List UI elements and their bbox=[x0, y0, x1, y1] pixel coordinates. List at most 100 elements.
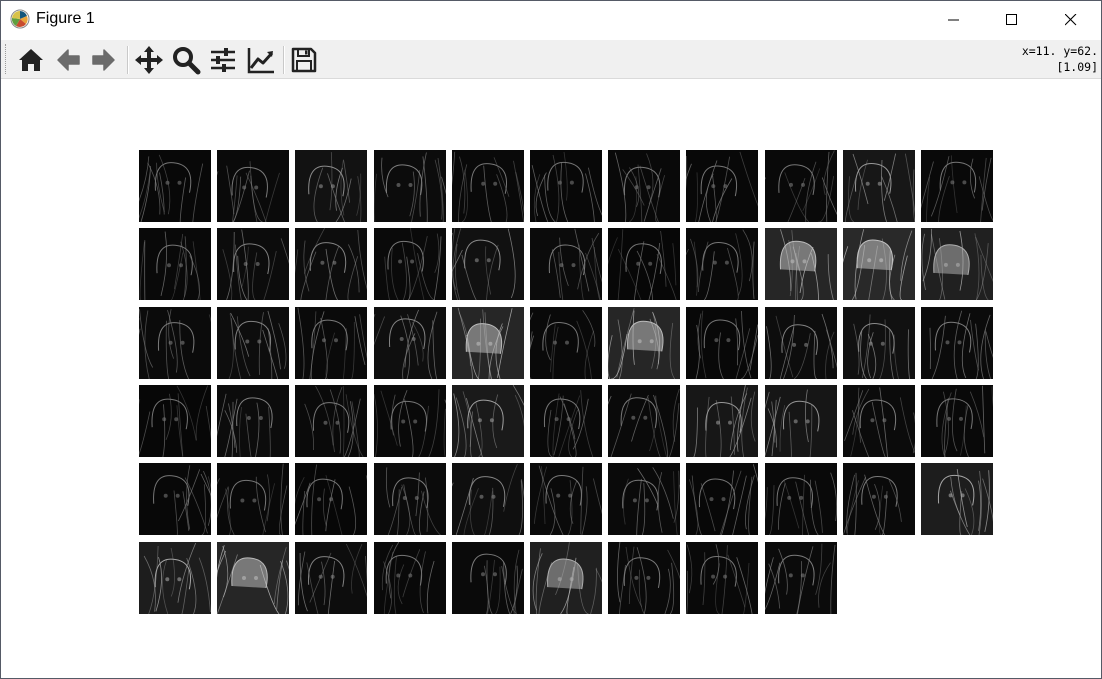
home-icon bbox=[19, 49, 43, 71]
feature-stroke bbox=[750, 391, 756, 442]
feature-stroke bbox=[817, 176, 834, 222]
feature-stroke bbox=[311, 464, 317, 535]
feature-stroke bbox=[401, 419, 406, 424]
feature-stroke bbox=[323, 420, 328, 425]
feature-stroke bbox=[721, 497, 726, 502]
feature-stroke bbox=[741, 310, 752, 379]
feature-stroke bbox=[962, 180, 967, 185]
feature-stroke bbox=[325, 245, 340, 300]
back-button[interactable] bbox=[51, 44, 85, 76]
arrow-left-icon bbox=[57, 49, 80, 71]
feature-stroke bbox=[826, 151, 830, 222]
feature-stroke bbox=[748, 476, 753, 535]
pan-button[interactable] bbox=[132, 44, 166, 76]
feature-stroke bbox=[254, 576, 258, 580]
save-button[interactable] bbox=[287, 44, 321, 76]
feature-stroke bbox=[325, 248, 338, 300]
feature-stroke bbox=[711, 184, 716, 189]
feature-stroke bbox=[560, 162, 569, 222]
feature-map-tile bbox=[686, 542, 758, 614]
feature-stroke bbox=[623, 557, 661, 588]
feature-map-tile bbox=[139, 307, 211, 379]
feature-stroke bbox=[765, 562, 781, 611]
feature-map-tile bbox=[217, 542, 289, 614]
feature-stroke bbox=[245, 172, 267, 222]
feature-map-tile bbox=[217, 228, 289, 300]
feature-stroke bbox=[881, 159, 887, 222]
feature-stroke bbox=[165, 393, 172, 441]
feature-stroke bbox=[557, 577, 562, 582]
title-bar[interactable]: Figure 1 bbox=[1, 1, 1101, 39]
feature-stroke bbox=[343, 159, 350, 203]
feature-map-tile bbox=[608, 542, 680, 614]
feature-stroke bbox=[646, 575, 651, 580]
feature-stroke bbox=[467, 399, 504, 431]
feature-stroke bbox=[165, 320, 169, 379]
feature-stroke bbox=[428, 389, 440, 457]
feature-stroke bbox=[700, 310, 707, 379]
feature-stroke bbox=[900, 230, 913, 281]
close-button[interactable] bbox=[1042, 1, 1100, 39]
feature-stroke bbox=[304, 228, 325, 274]
forward-button[interactable] bbox=[87, 44, 121, 76]
feature-stroke bbox=[330, 574, 335, 579]
feature-stroke bbox=[252, 252, 258, 300]
home-button[interactable] bbox=[14, 44, 48, 76]
feature-map-tile bbox=[765, 150, 837, 222]
maximize-button[interactable] bbox=[983, 1, 1041, 39]
feature-stroke bbox=[242, 185, 247, 190]
feature-stroke bbox=[610, 333, 628, 379]
feature-stroke bbox=[170, 252, 184, 300]
feature-stroke bbox=[858, 323, 895, 354]
feature-stroke bbox=[947, 416, 951, 421]
toolbar-grip[interactable] bbox=[5, 44, 8, 74]
feature-stroke bbox=[778, 554, 815, 586]
figure-canvas[interactable] bbox=[1, 80, 1101, 678]
feature-stroke bbox=[410, 259, 415, 264]
feature-stroke bbox=[198, 557, 211, 613]
feature-stroke bbox=[784, 172, 810, 222]
edit-axis-button[interactable] bbox=[244, 44, 278, 76]
feature-stroke bbox=[365, 555, 367, 585]
feature-stroke bbox=[192, 241, 201, 300]
feature-stroke bbox=[553, 340, 557, 345]
subplots-button[interactable] bbox=[206, 44, 240, 76]
feature-stroke bbox=[181, 568, 190, 614]
feature-stroke bbox=[802, 474, 805, 535]
feature-stroke bbox=[633, 241, 645, 300]
feature-stroke bbox=[417, 253, 436, 300]
feature-map-tile bbox=[295, 150, 367, 222]
feature-stroke bbox=[623, 478, 629, 525]
feature-stroke bbox=[280, 238, 289, 265]
feature-stroke bbox=[396, 183, 401, 187]
feature-stroke bbox=[934, 321, 972, 353]
feature-stroke bbox=[265, 172, 280, 222]
feature-stroke bbox=[421, 490, 441, 535]
zoom-button[interactable] bbox=[169, 44, 203, 76]
minimize-button[interactable] bbox=[925, 1, 983, 39]
feature-stroke bbox=[162, 417, 167, 422]
feature-stroke bbox=[848, 176, 855, 222]
feature-stroke bbox=[434, 159, 443, 220]
feature-stroke bbox=[342, 328, 347, 379]
feature-stroke bbox=[821, 313, 834, 369]
feature-stroke bbox=[408, 573, 413, 578]
feature-stroke bbox=[879, 319, 886, 379]
feature-stroke bbox=[396, 489, 400, 535]
feature-stroke bbox=[549, 488, 556, 535]
feature-stroke bbox=[493, 572, 497, 577]
feature-stroke bbox=[402, 496, 407, 500]
feature-stroke bbox=[656, 253, 677, 300]
feature-stroke bbox=[646, 185, 651, 190]
feature-map-tile bbox=[765, 228, 837, 300]
feature-stroke bbox=[530, 331, 533, 379]
move-icon bbox=[135, 46, 163, 74]
feature-stroke bbox=[330, 184, 335, 189]
feature-stroke bbox=[493, 181, 498, 186]
feature-stroke bbox=[513, 160, 524, 222]
feature-map-tile bbox=[608, 463, 680, 535]
feature-map-tile bbox=[217, 150, 289, 222]
feature-map-tile bbox=[295, 307, 367, 379]
feature-map-tile bbox=[139, 150, 211, 222]
close-icon bbox=[1065, 14, 1077, 26]
